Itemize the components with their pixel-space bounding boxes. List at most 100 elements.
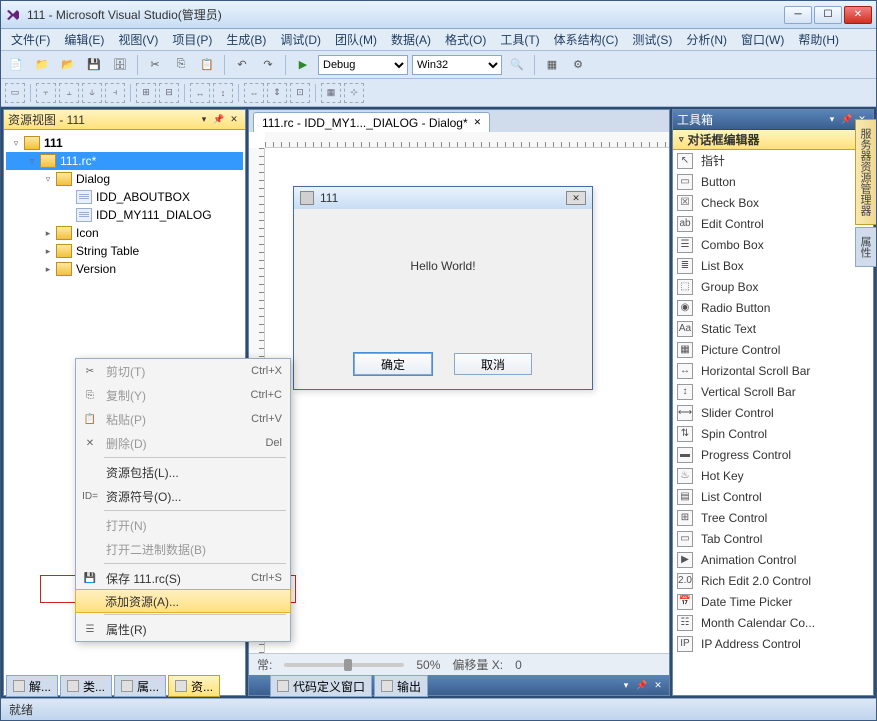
close-button[interactable]: ✕: [844, 6, 872, 24]
menu-item[interactable]: 测试(S): [626, 29, 678, 50]
undo-icon[interactable]: ↶: [231, 54, 253, 76]
menu-item[interactable]: 分析(N): [680, 29, 733, 50]
pin-icon[interactable]: 📌: [212, 113, 226, 127]
toolbox-item[interactable]: IPIP Address Control: [673, 633, 873, 654]
toolbox-item[interactable]: ▶Animation Control: [673, 549, 873, 570]
start-debug-icon[interactable]: ▶: [292, 54, 314, 76]
toolbox-item[interactable]: ↖指针: [673, 150, 873, 171]
same-size-icon[interactable]: ⊡: [290, 83, 310, 103]
toggle-guides-icon[interactable]: ⊹: [344, 83, 364, 103]
toolbox-item[interactable]: ⟷Slider Control: [673, 402, 873, 423]
paste-icon[interactable]: 📋: [196, 54, 218, 76]
tree-string-folder[interactable]: ▸String Table: [6, 242, 243, 260]
panel-close-icon[interactable]: ✕: [227, 113, 241, 127]
tab-class[interactable]: 类...: [60, 675, 112, 697]
space-v-icon[interactable]: ↕: [213, 83, 233, 103]
redo-icon[interactable]: ↷: [257, 54, 279, 76]
center-v-icon[interactable]: ⊟: [159, 83, 179, 103]
tree-dialog-item[interactable]: IDD_MY111_DIALOG: [6, 206, 243, 224]
menu-item[interactable]: 视图(V): [112, 29, 164, 50]
toolbox-category[interactable]: ▿对话框编辑器: [673, 130, 873, 150]
toolbox-item[interactable]: ☷Month Calendar Co...: [673, 612, 873, 633]
dialog-close-icon[interactable]: ✕: [566, 191, 586, 205]
menu-item[interactable]: 窗口(W): [735, 29, 790, 50]
tree-root[interactable]: ▿111: [6, 134, 243, 152]
hello-label[interactable]: Hello World!: [294, 259, 592, 273]
align-left-icon[interactable]: ⫟: [36, 83, 56, 103]
menu-item[interactable]: 帮助(H): [792, 29, 845, 50]
tab-solution[interactable]: 解...: [6, 675, 58, 697]
menu-item[interactable]: 工具(T): [494, 29, 545, 50]
tools-icon[interactable]: ⚙: [567, 54, 589, 76]
tree-dialog-folder[interactable]: ▿Dialog: [6, 170, 243, 188]
same-width-icon[interactable]: ⇔: [244, 83, 264, 103]
toolbox-item[interactable]: ▭Tab Control: [673, 528, 873, 549]
dialog-designer[interactable]: 111 ✕ Hello World! 确定 取消: [249, 132, 669, 653]
menu-item[interactable]: 格式(O): [439, 29, 492, 50]
open-icon[interactable]: 📂: [57, 54, 79, 76]
maximize-button[interactable]: ☐: [814, 6, 842, 24]
toolbox-item[interactable]: ↕Vertical Scroll Bar: [673, 381, 873, 402]
menu-item[interactable]: 调试(D): [274, 29, 327, 50]
tree-dialog-item[interactable]: IDD_ABOUTBOX: [6, 188, 243, 206]
add-item-icon[interactable]: 📁: [31, 54, 53, 76]
tab-code-def[interactable]: 代码定义窗口: [270, 675, 372, 697]
find-icon[interactable]: 🔍: [506, 54, 528, 76]
menu-item[interactable]: 生成(B): [220, 29, 272, 50]
minimize-button[interactable]: ─: [784, 6, 812, 24]
tree-rc-file[interactable]: ▿111.rc*: [6, 152, 243, 170]
toolbox-item[interactable]: ▤List Control: [673, 486, 873, 507]
platform-select[interactable]: Win32: [412, 55, 502, 75]
align-right-icon[interactable]: ⫠: [59, 83, 79, 103]
copy-icon[interactable]: ⎘: [170, 54, 192, 76]
toggle-grid-icon[interactable]: ▦: [321, 83, 341, 103]
context-menu-item[interactable]: 添加资源(A)...: [75, 589, 291, 613]
menu-item[interactable]: 编辑(E): [58, 29, 110, 50]
toolbox-item[interactable]: ⊞Tree Control: [673, 507, 873, 528]
toolbox-item[interactable]: 📅Date Time Picker: [673, 591, 873, 612]
extensions-icon[interactable]: ▦: [541, 54, 563, 76]
save-icon[interactable]: 💾: [83, 54, 105, 76]
toolbox-item[interactable]: ⬚Group Box: [673, 276, 873, 297]
cut-icon[interactable]: ✂: [144, 54, 166, 76]
toolbox-item[interactable]: ▭Button: [673, 171, 873, 192]
toolbox-item[interactable]: ▬Progress Control: [673, 444, 873, 465]
same-height-icon[interactable]: ⇕: [267, 83, 287, 103]
panel-dropdown-icon[interactable]: ▾: [825, 113, 839, 127]
pin-icon[interactable]: 📌: [635, 678, 649, 692]
toolbox-item[interactable]: ☰Combo Box: [673, 234, 873, 255]
dialog-preview[interactable]: 111 ✕ Hello World! 确定 取消: [293, 186, 593, 390]
align-top-icon[interactable]: ⫝: [82, 83, 102, 103]
menu-item[interactable]: 文件(F): [5, 29, 56, 50]
zoom-slider[interactable]: [284, 663, 404, 667]
tab-property[interactable]: 属...: [114, 675, 166, 697]
ok-button[interactable]: 确定: [354, 353, 432, 375]
center-h-icon[interactable]: ⊞: [136, 83, 156, 103]
side-tab-properties[interactable]: 属性: [855, 227, 876, 267]
tree-version-folder[interactable]: ▸Version: [6, 260, 243, 278]
toolbox-item[interactable]: AaStatic Text: [673, 318, 873, 339]
toolbox-item[interactable]: ◉Radio Button: [673, 297, 873, 318]
tab-close-icon[interactable]: ✕: [474, 117, 482, 128]
cancel-button[interactable]: 取消: [454, 353, 532, 375]
toolbox-item[interactable]: ↔Horizontal Scroll Bar: [673, 360, 873, 381]
document-tab[interactable]: 111.rc - IDD_MY1..._DIALOG - Dialog*✕: [253, 112, 490, 132]
tab-resource[interactable]: 资...: [168, 675, 220, 697]
tab-output[interactable]: 输出: [374, 675, 428, 697]
menu-item[interactable]: 数据(A): [385, 29, 437, 50]
panel-close-icon[interactable]: ✕: [651, 678, 665, 692]
toolbox-item[interactable]: ⇅Spin Control: [673, 423, 873, 444]
new-project-icon[interactable]: 📄: [5, 54, 27, 76]
pin-icon[interactable]: 📌: [840, 113, 854, 127]
panel-dropdown-icon[interactable]: ▾: [197, 113, 211, 127]
toolbox-item[interactable]: 2.0Rich Edit 2.0 Control: [673, 570, 873, 591]
toolbox-item[interactable]: abEdit Control: [673, 213, 873, 234]
context-menu-item[interactable]: ☰属性(R): [76, 617, 290, 641]
tree-icon-folder[interactable]: ▸Icon: [6, 224, 243, 242]
panel-dropdown-icon[interactable]: ▾: [619, 678, 633, 692]
config-select[interactable]: Debug: [318, 55, 408, 75]
menu-item[interactable]: 体系结构(C): [548, 29, 625, 50]
menu-item[interactable]: 项目(P): [166, 29, 218, 50]
toolbox-item[interactable]: ☒Check Box: [673, 192, 873, 213]
toolbox-item[interactable]: ≣List Box: [673, 255, 873, 276]
